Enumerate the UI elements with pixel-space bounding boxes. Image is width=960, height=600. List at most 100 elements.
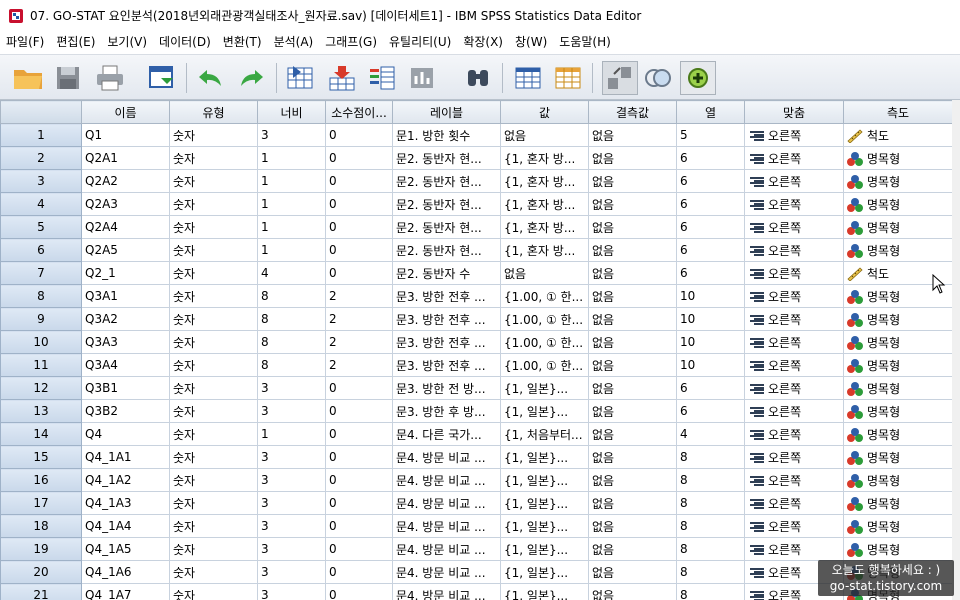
cell-type[interactable]: 숫자 xyxy=(169,146,258,170)
value-labels-icon[interactable] xyxy=(602,61,638,95)
cell-align[interactable]: 오른쪽 xyxy=(744,376,844,400)
cell-align[interactable]: 오른쪽 xyxy=(744,307,844,331)
cell-missing[interactable]: 없음 xyxy=(588,123,677,147)
cell-missing[interactable]: 없음 xyxy=(588,376,677,400)
column-header-measure[interactable]: 측도 xyxy=(843,100,953,124)
cell-width[interactable]: 3 xyxy=(257,560,326,584)
cell-columns[interactable]: 6 xyxy=(676,192,745,216)
column-header-name[interactable]: 이름 xyxy=(81,100,170,124)
chart-builder-icon[interactable] xyxy=(404,61,440,95)
row-number[interactable]: 16 xyxy=(0,468,82,492)
cell-columns[interactable]: 10 xyxy=(676,353,745,377)
cell-missing[interactable]: 없음 xyxy=(588,537,677,561)
menu-item-5[interactable]: 분석(A) xyxy=(268,31,320,54)
cell-width[interactable]: 1 xyxy=(257,169,326,193)
cell-measure[interactable]: 명목형 xyxy=(843,399,953,423)
cell-align[interactable]: 오른쪽 xyxy=(744,284,844,308)
menu-item-3[interactable]: 데이터(D) xyxy=(153,31,217,54)
cell-measure[interactable]: 명목형 xyxy=(843,445,953,469)
cell-name[interactable]: Q2A5 xyxy=(81,238,170,262)
cell-label[interactable]: 문4. 다른 국가... xyxy=(392,422,501,446)
cell-width[interactable]: 8 xyxy=(257,330,326,354)
cell-columns[interactable]: 6 xyxy=(676,399,745,423)
cell-width[interactable]: 3 xyxy=(257,514,326,538)
cell-name[interactable]: Q4 xyxy=(81,422,170,446)
cell-name[interactable]: Q4_1A5 xyxy=(81,537,170,561)
menu-item-10[interactable]: 도움말(H) xyxy=(553,31,617,54)
recall-dialog-icon[interactable] xyxy=(144,61,180,95)
cell-measure[interactable]: 명목형 xyxy=(843,376,953,400)
cell-label[interactable]: 문3. 방한 전후 ... xyxy=(392,307,501,331)
cell-columns[interactable]: 10 xyxy=(676,307,745,331)
cell-missing[interactable]: 없음 xyxy=(588,468,677,492)
row-number[interactable]: 10 xyxy=(0,330,82,354)
cell-name[interactable]: Q2A2 xyxy=(81,169,170,193)
cell-values[interactable]: {1, 일본}... xyxy=(500,399,589,423)
column-header-values[interactable]: 값 xyxy=(500,100,589,124)
cell-measure[interactable]: 명목형 xyxy=(843,537,953,561)
cell-name[interactable]: Q3A1 xyxy=(81,284,170,308)
cell-columns[interactable]: 6 xyxy=(676,169,745,193)
cell-label[interactable]: 문2. 동반자 현... xyxy=(392,169,501,193)
cell-columns[interactable]: 8 xyxy=(676,583,745,600)
cell-type[interactable]: 숫자 xyxy=(169,583,258,600)
menu-item-8[interactable]: 확장(X) xyxy=(457,31,509,54)
print-icon[interactable] xyxy=(92,61,128,95)
cell-columns[interactable]: 6 xyxy=(676,238,745,262)
cell-name[interactable]: Q2A4 xyxy=(81,215,170,239)
cell-missing[interactable]: 없음 xyxy=(588,422,677,446)
cell-missing[interactable]: 없음 xyxy=(588,353,677,377)
cell-name[interactable]: Q2_1 xyxy=(81,261,170,285)
cell-values[interactable]: {1, 처음부터... xyxy=(500,422,589,446)
cell-label[interactable]: 문2. 동반자 현... xyxy=(392,238,501,262)
cell-type[interactable]: 숫자 xyxy=(169,376,258,400)
cell-width[interactable]: 3 xyxy=(257,583,326,600)
cell-label[interactable]: 문2. 동반자 현... xyxy=(392,146,501,170)
cell-width[interactable]: 8 xyxy=(257,353,326,377)
cell-values[interactable]: {1, 일본}... xyxy=(500,376,589,400)
cell-missing[interactable]: 없음 xyxy=(588,583,677,600)
cell-values[interactable]: {1.00, ① 한... xyxy=(500,330,589,354)
cell-decimals[interactable]: 0 xyxy=(325,192,393,216)
cell-type[interactable]: 숫자 xyxy=(169,284,258,308)
cell-decimals[interactable]: 0 xyxy=(325,560,393,584)
cell-align[interactable]: 오른쪽 xyxy=(744,192,844,216)
cell-missing[interactable]: 없음 xyxy=(588,261,677,285)
cell-align[interactable]: 오른쪽 xyxy=(744,537,844,561)
cell-width[interactable]: 8 xyxy=(257,307,326,331)
cell-decimals[interactable]: 0 xyxy=(325,422,393,446)
cell-width[interactable]: 1 xyxy=(257,215,326,239)
cell-label[interactable]: 문4. 방문 비교 ... xyxy=(392,560,501,584)
cell-decimals[interactable]: 0 xyxy=(325,445,393,469)
cell-values[interactable]: {1, 일본}... xyxy=(500,560,589,584)
cell-type[interactable]: 숫자 xyxy=(169,560,258,584)
cell-name[interactable]: Q4_1A3 xyxy=(81,491,170,515)
undo-icon[interactable] xyxy=(192,61,228,95)
row-number[interactable]: 4 xyxy=(0,192,82,216)
cell-align[interactable]: 오른쪽 xyxy=(744,215,844,239)
cell-decimals[interactable]: 0 xyxy=(325,169,393,193)
row-number[interactable]: 20 xyxy=(0,560,82,584)
cell-columns[interactable]: 10 xyxy=(676,330,745,354)
cell-decimals[interactable]: 2 xyxy=(325,353,393,377)
cell-type[interactable]: 숫자 xyxy=(169,445,258,469)
cell-label[interactable]: 문2. 동반자 현... xyxy=(392,215,501,239)
row-number[interactable]: 1 xyxy=(0,123,82,147)
cell-columns[interactable]: 8 xyxy=(676,537,745,561)
cell-width[interactable]: 4 xyxy=(257,261,326,285)
cell-width[interactable]: 3 xyxy=(257,537,326,561)
cell-missing[interactable]: 없음 xyxy=(588,445,677,469)
cell-columns[interactable]: 4 xyxy=(676,422,745,446)
cell-values[interactable]: {1, 일본}... xyxy=(500,445,589,469)
cell-type[interactable]: 숫자 xyxy=(169,422,258,446)
menu-item-2[interactable]: 보기(V) xyxy=(101,31,153,54)
cell-align[interactable]: 오른쪽 xyxy=(744,353,844,377)
cell-name[interactable]: Q4_1A4 xyxy=(81,514,170,538)
cell-type[interactable]: 숫자 xyxy=(169,215,258,239)
row-number[interactable]: 2 xyxy=(0,146,82,170)
cell-name[interactable]: Q3A4 xyxy=(81,353,170,377)
cell-missing[interactable]: 없음 xyxy=(588,560,677,584)
row-number[interactable]: 15 xyxy=(0,445,82,469)
cell-label[interactable]: 문2. 동반자 수 xyxy=(392,261,501,285)
cell-values[interactable]: {1, 혼자 방... xyxy=(500,169,589,193)
